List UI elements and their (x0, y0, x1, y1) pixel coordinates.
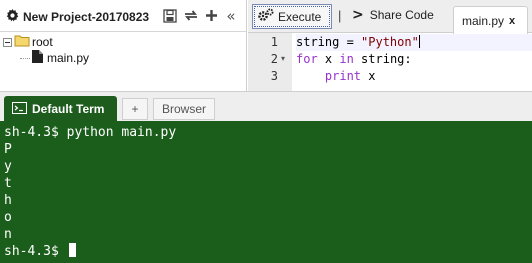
terminal-line: sh-4.3$ python main.py (4, 125, 177, 140)
project-title-label: New Project-20170823 (23, 10, 150, 24)
tab-browser[interactable]: Browser (153, 98, 215, 120)
code-token: string = (296, 35, 362, 49)
code-line: print x (296, 68, 376, 85)
terminal-tab-bar: Default Term + Browser (0, 91, 532, 122)
code-token-keyword: in (339, 52, 354, 66)
code-token: string: (353, 52, 412, 66)
terminal-line: o (4, 210, 12, 225)
share-code-label: Share Code (369, 8, 434, 22)
fold-arrow-icon[interactable]: ▾ (281, 54, 285, 63)
tree-item-main-py[interactable]: main.py (20, 50, 89, 66)
editor-pane: Execute | > Share Code main.py x 1 2 ▾ 3… (248, 0, 532, 91)
gear-icon (6, 9, 23, 25)
terminal-icon (12, 101, 32, 117)
code-area[interactable]: string = "Python" for x in string: print… (296, 33, 532, 91)
terminal-output[interactable]: sh-4.3$ python main.py P y t h o n sh-4.… (0, 121, 532, 263)
code-editor[interactable]: 1 2 ▾ 3 string = "Python" for x in strin… (248, 33, 532, 91)
save-icon[interactable] (160, 7, 179, 24)
project-title[interactable]: New Project-20170823 (6, 9, 149, 25)
execute-label: Execute (278, 9, 322, 24)
tab-default-term[interactable]: Default Term (4, 96, 117, 122)
tab-main-py[interactable]: main.py x (453, 6, 528, 34)
terminal-cursor (68, 243, 76, 257)
add-icon[interactable] (202, 7, 221, 24)
editor-toolbar: Execute | > Share Code main.py x (248, 0, 532, 34)
code-token: x (361, 69, 376, 83)
line-number: 2 (270, 52, 278, 66)
toolbar-separator: | (338, 8, 342, 23)
code-token-keyword: for (296, 52, 318, 66)
code-token: x (317, 52, 340, 66)
terminal-line: h (4, 193, 12, 208)
share-icon: > (352, 7, 364, 23)
code-line: for x in string: (296, 51, 412, 68)
line-number: 1 (270, 35, 278, 49)
text-cursor (418, 35, 420, 48)
tree-file-label: main.py (47, 51, 90, 65)
terminal-line: n (4, 227, 12, 242)
project-tools: « (160, 7, 241, 25)
project-pane: New Project-20170823 « root main.py (0, 0, 247, 91)
terminal-line: t (4, 176, 12, 191)
line-gutter: 1 2 ▾ 3 (248, 33, 292, 91)
sync-icon[interactable] (181, 7, 200, 24)
line-number: 3 (270, 69, 278, 83)
terminal-prompt-line[interactable]: sh-4.3$ (4, 243, 532, 260)
tree-root-label: root (32, 35, 53, 49)
gears-icon (258, 8, 278, 25)
collapse-icon[interactable]: « (223, 7, 239, 25)
code-token-keyword: print (324, 69, 362, 83)
tree-item-root[interactable]: root (3, 34, 53, 50)
tab-default-term-label: Default Term (32, 102, 105, 116)
share-code-button[interactable]: > Share Code (352, 7, 434, 23)
collapse-toggle-icon[interactable] (3, 37, 12, 47)
code-token-string: "Python" (361, 35, 419, 49)
file-icon (32, 50, 43, 66)
code-line: string = "Python" (296, 34, 532, 51)
tree-connector (20, 57, 30, 59)
execute-button[interactable]: Execute (252, 4, 332, 29)
terminal-line: P (4, 142, 12, 157)
project-toolbar: New Project-20170823 « (0, 0, 247, 32)
close-icon[interactable]: x (509, 15, 515, 27)
terminal-prompt: sh-4.3$ (4, 244, 67, 259)
add-terminal-button[interactable]: + (122, 98, 148, 120)
terminal-line: y (4, 159, 12, 174)
folder-icon (14, 34, 30, 50)
file-tree: root main.py (0, 32, 247, 91)
file-tab-label: main.py (462, 13, 505, 28)
